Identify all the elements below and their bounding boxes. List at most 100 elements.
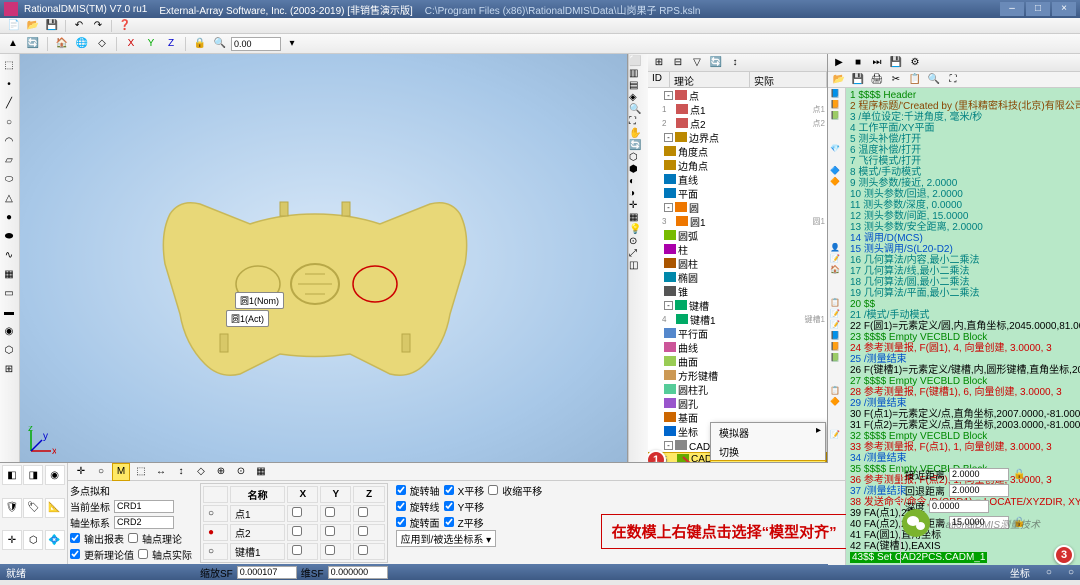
rot-axis-cb[interactable] [396, 485, 406, 495]
tree-node[interactable]: 2点2点2 [648, 116, 827, 130]
bp-icon-8[interactable]: ⬡ [23, 530, 43, 550]
view-zoom-icon[interactable]: 🔍 [629, 104, 648, 115]
code-line[interactable]: 5 测头补偿/打开 [850, 134, 1076, 145]
globe-icon[interactable]: 🌐 [73, 35, 91, 53]
code-line[interactable]: 4 工作平面/XY平面 [850, 123, 1076, 134]
code-line[interactable]: 2 程序标题/'Created by (里科精密科技(北京)有限公司-031' [850, 101, 1076, 112]
cursor-icon[interactable]: ▲ [4, 35, 22, 53]
code-line[interactable]: 22 F(圆1)=元素定义/圆,内,直角坐标,2045.0000,81.0000… [850, 321, 1076, 332]
code-line[interactable]: 16 几何算法/内容,最小二乘法 [850, 255, 1076, 266]
bp-icon-3[interactable]: ◉ [45, 465, 65, 485]
view-snap-icon[interactable]: ⊙ [629, 236, 648, 247]
view-rotate-icon[interactable]: 🔄 [629, 140, 648, 151]
view-pan-icon[interactable]: ✋ [629, 128, 648, 139]
point-tool-icon[interactable]: • [0, 75, 18, 93]
bpt-9-icon[interactable]: ⊙ [232, 463, 250, 481]
code-line[interactable]: 13 测头参数/安全距离, 2.0000 [850, 222, 1076, 233]
bp-icon-7[interactable]: ✛ [2, 530, 22, 550]
code-line[interactable]: 24 参考测量报, F(圆1), 4, 向量创建, 3.0000, 3 [850, 343, 1076, 354]
code-line[interactable]: 17 几何算法/线,最小二乘法 [850, 266, 1076, 277]
tree-node[interactable]: 圆柱 [648, 256, 827, 270]
context-menu-item[interactable]: 切换 [711, 442, 825, 461]
tree-col-act[interactable]: 实际 [750, 72, 827, 87]
hex-tool-icon[interactable]: ⬡ [0, 341, 18, 359]
bpt-5-icon[interactable]: ↔ [152, 463, 170, 481]
bpt-4-icon[interactable]: ⬚ [132, 463, 150, 481]
view-iso-icon[interactable]: ◈ [629, 92, 648, 103]
dropdown-icon[interactable]: ▾ [283, 35, 301, 53]
code-line[interactable]: 25 /测量结束 [850, 354, 1076, 365]
code-line[interactable]: 7 飞行模式/打开 [850, 156, 1076, 167]
open-icon[interactable]: 📂 [25, 18, 41, 34]
code-line[interactable]: 29 /测量结束 [850, 398, 1076, 409]
rot-coord-input[interactable] [114, 516, 174, 529]
code-line[interactable]: 6 温度补偿/打开 [850, 145, 1076, 156]
code-print-icon[interactable]: 🖨 [868, 71, 886, 89]
y-axis-icon[interactable]: Y [142, 35, 160, 53]
code-open-icon[interactable]: 📂 [830, 71, 848, 89]
code-line[interactable]: 8 模式/手动模式 [850, 167, 1076, 178]
x-axis-icon[interactable]: X [122, 35, 140, 53]
shrink-flat-cb[interactable] [488, 485, 498, 495]
rot-line-cb[interactable] [396, 501, 406, 511]
code-line[interactable]: 21 /模式/手动模式 [850, 310, 1076, 321]
zoom-input[interactable] [231, 37, 281, 51]
approach-lock-icon[interactable]: 🔒 [1013, 469, 1025, 480]
keyslot-tool-icon[interactable]: ▭ [0, 284, 18, 302]
tree-node[interactable]: 椭圆 [648, 270, 827, 284]
view-wire-icon[interactable]: ⬡ [629, 152, 648, 163]
new-icon[interactable]: 📄 [6, 18, 22, 34]
view-light-icon[interactable]: 💡 [629, 224, 648, 235]
y-flat-cb[interactable] [444, 501, 454, 511]
apply-scale-dropdown[interactable]: 应用到/被选坐标系 ▾ [396, 530, 497, 547]
code-line[interactable]: 3 /单位设定:千进角度, 毫米/秒 [850, 112, 1076, 123]
save-icon[interactable]: 💾 [44, 18, 60, 34]
bp-icon-2[interactable]: ◨ [23, 465, 43, 485]
tree-node[interactable]: 柱 [648, 242, 827, 256]
bpt-8-icon[interactable]: ⊕ [212, 463, 230, 481]
tree-node[interactable]: 圆孔 [648, 396, 827, 410]
tree-filter-icon[interactable]: ▽ [688, 54, 706, 72]
sphere-tool-icon[interactable]: ● [0, 208, 18, 226]
tree-node[interactable]: 直线 [648, 172, 827, 186]
cone-tool-icon[interactable]: △ [0, 189, 18, 207]
code-line[interactable]: 20 $$ [850, 299, 1076, 310]
bp-icon-9[interactable]: 💠 [45, 530, 65, 550]
approach-input[interactable] [949, 468, 1009, 481]
view-expand-icon[interactable]: ⤢ [629, 248, 648, 259]
tree-node[interactable]: 曲线 [648, 340, 827, 354]
hole-tool-icon[interactable]: ◉ [0, 322, 18, 340]
lock-icon[interactable]: 🔒 [191, 35, 209, 53]
bpt-6-icon[interactable]: ↕ [172, 463, 190, 481]
code-line[interactable]: 27 $$$$ Empty VECBLD Block [850, 376, 1076, 387]
tree-node[interactable]: 方形键槽 [648, 368, 827, 382]
arc-tool-icon[interactable]: ◠ [0, 132, 18, 150]
output-list-checkbox[interactable] [70, 533, 80, 543]
tree-node[interactable]: -圆 [648, 200, 827, 214]
bpt-2-icon[interactable]: ○ [92, 463, 110, 481]
rot-face-cb[interactable] [396, 517, 406, 527]
bp-icon-1[interactable]: ◧ [2, 465, 22, 485]
view-top-icon[interactable]: ⬜ [629, 56, 648, 67]
tree-node[interactable]: 曲面 [648, 354, 827, 368]
code-copy-icon[interactable]: 📋 [906, 71, 924, 89]
view-side-icon[interactable]: ▤ [629, 80, 648, 91]
code-line[interactable]: 14 调用/D(MCS) [850, 233, 1076, 244]
tree-body[interactable]: -点1点1点12点2点2-边界点角度点边角点直线平面-圆3圆1圆1圆弧柱圆柱椭圆… [648, 88, 827, 462]
code-line[interactable]: 11 测头参数/深度, 0.0000 [850, 200, 1076, 211]
code-line[interactable]: 10 测头参数/回退, 2.0000 [850, 189, 1076, 200]
tree-node[interactable]: -点 [648, 88, 827, 102]
code-line[interactable]: 26 F(键槽1)=元素定义/键槽,内,圆形键槽,直角坐标,2045.000 [850, 365, 1076, 376]
tree-col-id[interactable]: ID [648, 72, 670, 87]
bpt-1-icon[interactable]: ✛ [72, 463, 90, 481]
bp-icon-5[interactable]: 🏷 [23, 498, 43, 518]
code-line[interactable]: 15 测头调用/S(L20-D2) [850, 244, 1076, 255]
code-step-icon[interactable]: ⏭ [868, 54, 886, 72]
tree-node[interactable]: 平面 [648, 186, 827, 200]
tree-refresh-icon[interactable]: 🔄 [707, 54, 725, 72]
undo-icon[interactable]: ↶ [71, 18, 87, 34]
view-trans-icon[interactable]: ◑ [629, 188, 648, 199]
shrink-sf-input[interactable] [237, 566, 297, 579]
depth-input[interactable] [929, 500, 989, 513]
search-icon[interactable]: 🔍 [211, 35, 229, 53]
